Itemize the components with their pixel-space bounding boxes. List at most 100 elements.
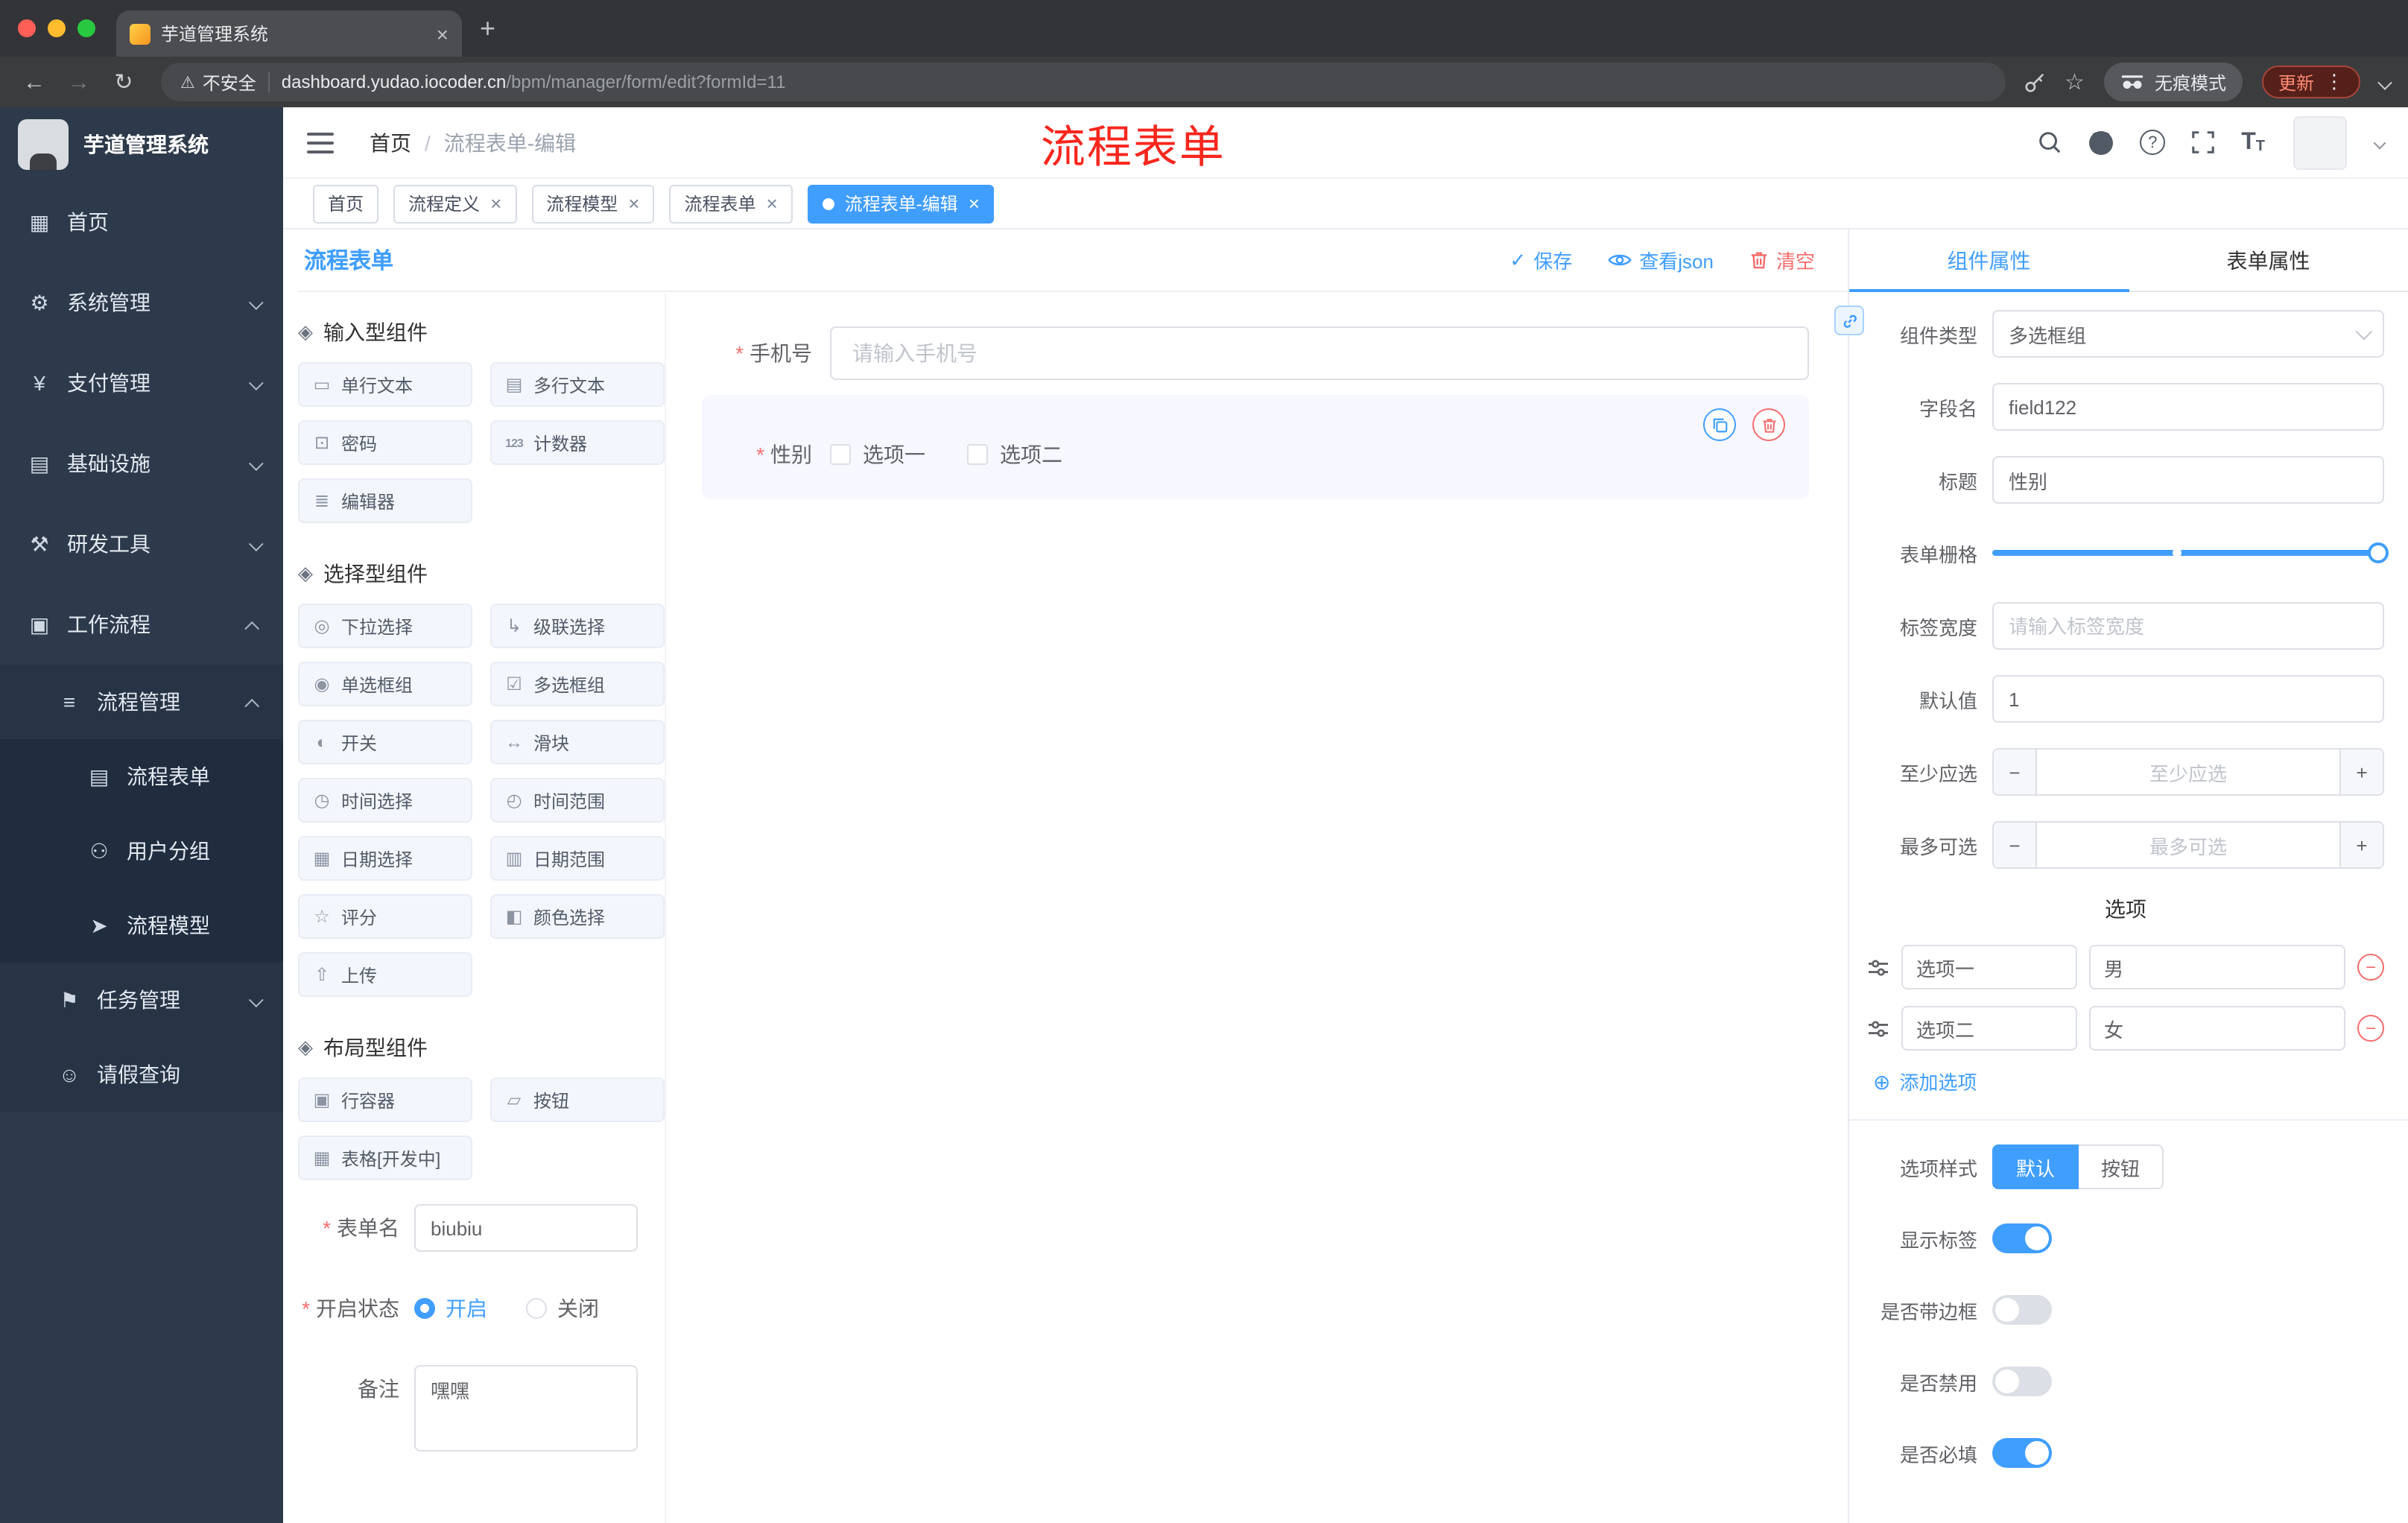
- sidebar-item-devtools[interactable]: ⚒ 研发工具: [0, 504, 283, 584]
- decrement-button[interactable]: −: [1994, 823, 2037, 867]
- show-label-toggle[interactable]: [1992, 1223, 2052, 1253]
- min-select-value[interactable]: 至少应选: [2037, 750, 2339, 794]
- browser-update-button[interactable]: 更新 ⋮: [2261, 66, 2360, 98]
- tab-close-icon[interactable]: ×: [437, 23, 449, 44]
- sidebar-item-infrastructure[interactable]: ▤ 基础设施: [0, 423, 283, 504]
- sidebar-item-user-group[interactable]: ⚇ 用户分组: [0, 814, 283, 888]
- fullscreen-icon[interactable]: [2190, 130, 2216, 155]
- sidebar-collapse-icon[interactable]: [307, 132, 334, 153]
- sidebar-item-payment[interactable]: ¥ 支付管理: [0, 343, 283, 423]
- github-icon[interactable]: [2088, 129, 2114, 156]
- close-window-button[interactable]: [18, 19, 36, 37]
- remove-option-button[interactable]: −: [2357, 954, 2384, 981]
- palette-item-button[interactable]: ▱ 按钮: [490, 1077, 665, 1122]
- remove-option-button[interactable]: −: [2357, 1015, 2384, 1042]
- palette-item-table[interactable]: ▦ 表格[开发中]: [298, 1136, 472, 1180]
- form-remark-textarea[interactable]: 嘿嘿: [414, 1365, 638, 1451]
- required-toggle[interactable]: [1992, 1438, 2052, 1468]
- option-name-input[interactable]: [1901, 945, 2077, 990]
- search-icon[interactable]: [2037, 130, 2062, 155]
- tab-form-props[interactable]: 表单属性: [2129, 229, 2408, 291]
- sidebar-item-home[interactable]: ▦ 首页: [0, 182, 283, 262]
- widget-phone[interactable]: 手机号: [702, 326, 1809, 380]
- palette-item-upload[interactable]: ⇧ 上传: [298, 952, 472, 997]
- minimize-window-button[interactable]: [48, 19, 66, 37]
- link-icon[interactable]: [1834, 305, 1864, 335]
- form-grid-slider[interactable]: [1992, 529, 2389, 577]
- widget-gender-selected[interactable]: 性别 选项一 选项二: [702, 395, 1809, 499]
- avatar[interactable]: [2293, 115, 2347, 169]
- save-button[interactable]: ✓ 保存: [1509, 246, 1572, 274]
- copy-widget-button[interactable]: [1703, 408, 1736, 441]
- zoom-window-button[interactable]: [77, 19, 95, 37]
- tag-process-form-edit[interactable]: 流程表单-编辑 ×: [807, 184, 995, 223]
- option-value-input[interactable]: [2089, 945, 2345, 990]
- phone-input[interactable]: [830, 326, 1809, 380]
- radio-open[interactable]: 开启: [414, 1294, 487, 1323]
- clear-button[interactable]: 清空: [1749, 246, 1815, 274]
- help-icon[interactable]: ?: [2140, 130, 2166, 155]
- palette-item-password[interactable]: ⊡ 密码: [298, 420, 472, 465]
- style-default-button[interactable]: 默认: [1992, 1144, 2079, 1189]
- sidebar-item-process-form[interactable]: ▤ 流程表单: [0, 739, 283, 814]
- checkbox-option-2[interactable]: 选项二: [967, 440, 1062, 469]
- increment-button[interactable]: +: [2339, 823, 2383, 867]
- breadcrumb-home[interactable]: 首页: [370, 127, 411, 157]
- field-name-input[interactable]: [1992, 383, 2384, 431]
- reload-button[interactable]: ↻: [104, 63, 143, 101]
- drag-handle-icon[interactable]: [1867, 957, 1889, 977]
- close-icon[interactable]: ×: [490, 194, 501, 213]
- sidebar-item-leave-query[interactable]: ☺ 请假查询: [0, 1037, 283, 1112]
- disabled-toggle[interactable]: [1992, 1367, 2052, 1396]
- close-icon[interactable]: ×: [969, 194, 980, 213]
- new-tab-button[interactable]: +: [480, 15, 495, 42]
- browser-menu-icon[interactable]: ⋮: [2325, 70, 2344, 94]
- palette-item-switch[interactable]: ◐ 开关: [298, 720, 472, 764]
- bookmark-star-icon[interactable]: ☆: [2065, 69, 2085, 95]
- slider-handle[interactable]: [2368, 542, 2389, 563]
- back-button[interactable]: ←: [15, 63, 54, 101]
- palette-item-time-range[interactable]: ◴ 时间范围: [490, 778, 665, 823]
- tag-process-form[interactable]: 流程表单 ×: [669, 184, 793, 223]
- palette-item-time-picker[interactable]: ◷ 时间选择: [298, 778, 472, 823]
- component-type-select[interactable]: 多选框组: [1992, 310, 2384, 358]
- sidebar-item-process-model[interactable]: ➤ 流程模型: [0, 888, 283, 963]
- palette-item-editor[interactable]: ≣ 编辑器: [298, 478, 472, 523]
- security-status[interactable]: ⚠ 不安全: [180, 69, 256, 95]
- browser-tab[interactable]: 芋道管理系统 ×: [116, 10, 462, 57]
- sidebar-logo[interactable]: 芋道管理系统: [0, 107, 283, 182]
- palette-item-counter[interactable]: 123 计数器: [490, 420, 665, 465]
- max-select-value[interactable]: 最多可选: [2037, 823, 2339, 867]
- border-toggle[interactable]: [1992, 1295, 2052, 1325]
- sidebar-item-process-management[interactable]: ≡ 流程管理: [0, 665, 283, 739]
- close-icon[interactable]: ×: [628, 194, 639, 213]
- option-value-input[interactable]: [2089, 1006, 2345, 1051]
- delete-widget-button[interactable]: [1752, 408, 1785, 441]
- add-option-button[interactable]: ⊕ 添加选项: [1873, 1067, 2384, 1095]
- tab-component-props[interactable]: 组件属性: [1849, 229, 2129, 292]
- close-icon[interactable]: ×: [767, 194, 778, 213]
- palette-item-dropdown[interactable]: ◎ 下拉选择: [298, 604, 472, 648]
- drag-handle-icon[interactable]: [1867, 1019, 1889, 1038]
- sidebar-item-system[interactable]: ⚙ 系统管理: [0, 262, 283, 343]
- form-name-input[interactable]: [414, 1204, 638, 1252]
- font-size-icon[interactable]: TT: [2241, 130, 2265, 154]
- tag-home[interactable]: 首页: [313, 184, 379, 223]
- palette-item-date-picker[interactable]: ▦ 日期选择: [298, 836, 472, 881]
- view-json-button[interactable]: 查看json: [1608, 246, 1714, 274]
- palette-item-row-container[interactable]: ▣ 行容器: [298, 1077, 472, 1122]
- chevron-down-icon[interactable]: [2377, 75, 2392, 89]
- chevron-down-icon[interactable]: [2373, 136, 2386, 149]
- sidebar-item-workflow[interactable]: ▣ 工作流程: [0, 584, 283, 665]
- palette-item-slider[interactable]: ↔ 滑块: [490, 720, 665, 764]
- checkbox-option-1[interactable]: 选项一: [830, 440, 925, 469]
- increment-button[interactable]: +: [2339, 750, 2383, 794]
- radio-closed[interactable]: 关闭: [526, 1294, 599, 1323]
- tag-process-model[interactable]: 流程模型 ×: [531, 184, 655, 223]
- palette-item-date-range[interactable]: ▥ 日期范围: [490, 836, 665, 881]
- palette-item-radio-group[interactable]: ◉ 单选框组: [298, 662, 472, 706]
- palette-item-multi-line-text[interactable]: ▤ 多行文本: [490, 362, 665, 407]
- palette-item-single-line-text[interactable]: ▭ 单行文本: [298, 362, 472, 407]
- password-key-icon[interactable]: [2023, 71, 2045, 93]
- option-name-input[interactable]: [1901, 1006, 2077, 1051]
